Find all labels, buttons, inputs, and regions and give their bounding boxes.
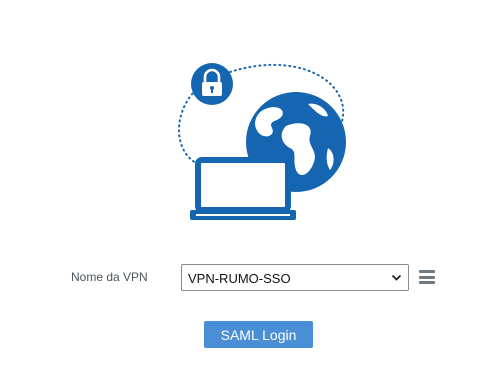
connection-arc-left: [178, 89, 199, 165]
hamburger-menu-icon[interactable]: [419, 270, 435, 284]
vpn-illustration: [168, 52, 358, 227]
vpn-selection-row: Nome da VPN VPN-RUMO-SSO: [0, 264, 500, 292]
laptop-icon: [190, 157, 296, 220]
vpn-select-value: VPN-RUMO-SSO: [188, 271, 291, 286]
lock-icon: [191, 63, 233, 105]
vpn-select[interactable]: VPN-RUMO-SSO: [181, 264, 409, 291]
saml-login-button[interactable]: SAML Login: [204, 321, 313, 348]
chevron-down-icon: [391, 274, 402, 281]
vpn-name-label: Nome da VPN: [71, 270, 148, 284]
vpn-login-page: Nome da VPN VPN-RUMO-SSO SAML Login: [0, 0, 500, 377]
